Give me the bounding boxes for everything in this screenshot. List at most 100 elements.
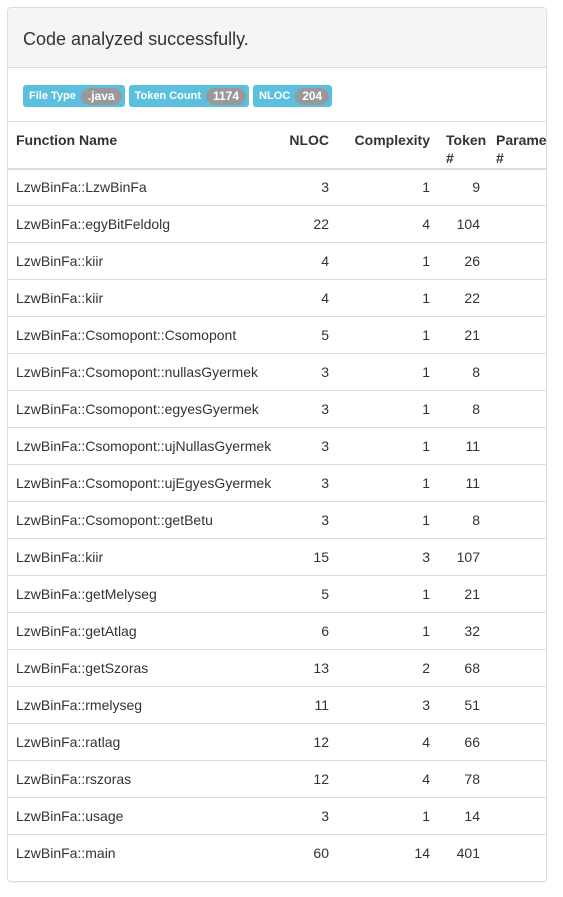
function-name-cell: LzwBinFa::Csomopont::nullasGyermek [8,353,281,391]
parameter-cell [488,575,546,613]
parameter-cell [488,205,546,243]
nloc-cell: 3 [281,501,337,539]
complexity-cell: 1 [337,353,438,391]
function-name-cell: LzwBinFa::kiir [8,242,281,280]
function-name-cell: LzwBinFa::Csomopont::ujEgyesGyermek [8,464,281,502]
parameter-cell [488,686,546,724]
nloc-cell: 11 [281,686,337,724]
token-cell: 68 [438,649,488,687]
token-cell: 401 [456,845,480,862]
token-cell: 8 [438,353,488,391]
nloc-cell: 12 [281,723,337,761]
complexity-cell: 2 [337,649,438,687]
token-cell: 9 [438,168,488,206]
parameter-cell [488,760,546,798]
result-panel: Code analyzed successfully. File Type .j… [7,7,547,882]
complexity-cell: 1 [337,242,438,280]
parameter-cell [488,279,546,317]
complexity-cell: 1 [337,427,438,465]
function-name-cell: LzwBinFa::Csomopont::getBetu [8,501,281,539]
function-name-cell: LzwBinFa::getSzoras [8,649,281,687]
parameter-cell [488,316,546,354]
parameter-cell [488,723,546,761]
function-name-cell: LzwBinFa::egyBitFeldolg [8,205,281,243]
complexity-cell: 3 [337,538,438,576]
header-parameter: Parameter # [488,121,546,170]
function-name-cell: LzwBinFa::getAtlag [8,612,281,650]
complexity-cell: 4 [337,760,438,798]
complexity-cell: 14 [414,845,430,862]
function-name-cell: LzwBinFa::usage [8,797,281,835]
nloc-cell: 3 [281,797,337,835]
complexity-cell: 1 [337,612,438,650]
parameter-cell [488,427,546,465]
header-complexity: Complexity [337,121,438,170]
table-row: LzwBinFa::getSzoras 13 2 68 [8,649,546,687]
nloc-cell: 22 [281,205,337,243]
nloc-cell: 60 [313,845,329,862]
panel-heading: Code analyzed successfully. [8,8,546,68]
nloc-cell: 3 [281,390,337,428]
table-row: LzwBinFa::rszoras 12 4 78 [8,760,546,798]
function-table: Function Name NLOC Complexity Token # Pa… [8,121,546,872]
function-name-cell: LzwBinFa::ratlag [8,723,281,761]
table-header-row: Function Name NLOC Complexity Token # Pa… [8,121,546,170]
nloc-cell: 3 [281,353,337,391]
nloc-cell: 15 [281,538,337,576]
nloc-badge: 204 [295,87,330,105]
token-cell: 22 [438,279,488,317]
nloc-cell: 3 [281,464,337,502]
parameter-cell [488,168,546,206]
token-cell: 11 [438,427,488,465]
parameter-cell [488,612,546,650]
complexity-cell: 4 [337,723,438,761]
token-cell: 14 [438,797,488,835]
function-name-cell: LzwBinFa::rszoras [8,760,281,798]
table-row: LzwBinFa::LzwBinFa 3 1 9 [8,168,546,206]
table-row: LzwBinFa::usage 3 1 14 [8,797,546,835]
complexity-cell: 1 [337,464,438,502]
file-type-label-name: File Type [29,90,76,102]
table-row: LzwBinFa::Csomopont::getBetu 3 1 8 [8,501,546,539]
token-cell: 26 [438,242,488,280]
table-row: LzwBinFa::kiir 4 1 26 [8,242,546,280]
token-cell: 11 [438,464,488,502]
parameter-cell [488,797,546,835]
token-count-label-name: Token Count [134,90,201,102]
function-name-cell: LzwBinFa::main [16,845,116,862]
function-name-cell: LzwBinFa::kiir [8,538,281,576]
parameter-cell [488,501,546,539]
token-cell: 104 [438,205,488,243]
nloc-cell: 3 [281,168,337,206]
nloc-cell: 4 [281,279,337,317]
parameter-cell [488,464,546,502]
nloc-label-name: NLOC [259,90,291,102]
complexity-cell: 1 [337,279,438,317]
table-row: LzwBinFa::getMelyseg 5 1 21 [8,575,546,613]
nloc-cell: 12 [281,760,337,798]
table-row: LzwBinFa::getAtlag 6 1 32 [8,612,546,650]
table-row: LzwBinFa::egyBitFeldolg 22 4 104 [8,205,546,243]
token-cell: 78 [438,760,488,798]
function-name-cell: LzwBinFa::LzwBinFa [8,168,281,206]
complexity-cell: 1 [337,316,438,354]
function-name-cell: LzwBinFa::rmelyseg [8,686,281,724]
table-row: LzwBinFa::rmelyseg 11 3 51 [8,686,546,724]
success-message: Code analyzed successfully. [23,29,249,49]
token-cell: 107 [438,538,488,576]
function-name-cell: LzwBinFa::Csomopont::Csomopont [8,316,281,354]
header-token: Token # [438,121,488,170]
file-type-label: File Type .java [23,85,125,107]
parameter-cell [488,242,546,280]
token-cell: 66 [438,723,488,761]
parameter-cell [488,353,546,391]
table-row: LzwBinFa::Csomopont::egyesGyermek 3 1 8 [8,390,546,428]
token-count-badge: 1174 [205,87,247,105]
table-row: LzwBinFa::Csomopont::Csomopont 5 1 21 [8,316,546,354]
parameter-cell [488,390,546,428]
parameter-cell [488,835,546,872]
nloc-cell: 6 [281,612,337,650]
function-name-cell: LzwBinFa::kiir [8,279,281,317]
table-row: LzwBinFa::kiir 15 3 107 [8,538,546,576]
table-row: LzwBinFa::Csomopont::nullasGyermek 3 1 8 [8,353,546,391]
